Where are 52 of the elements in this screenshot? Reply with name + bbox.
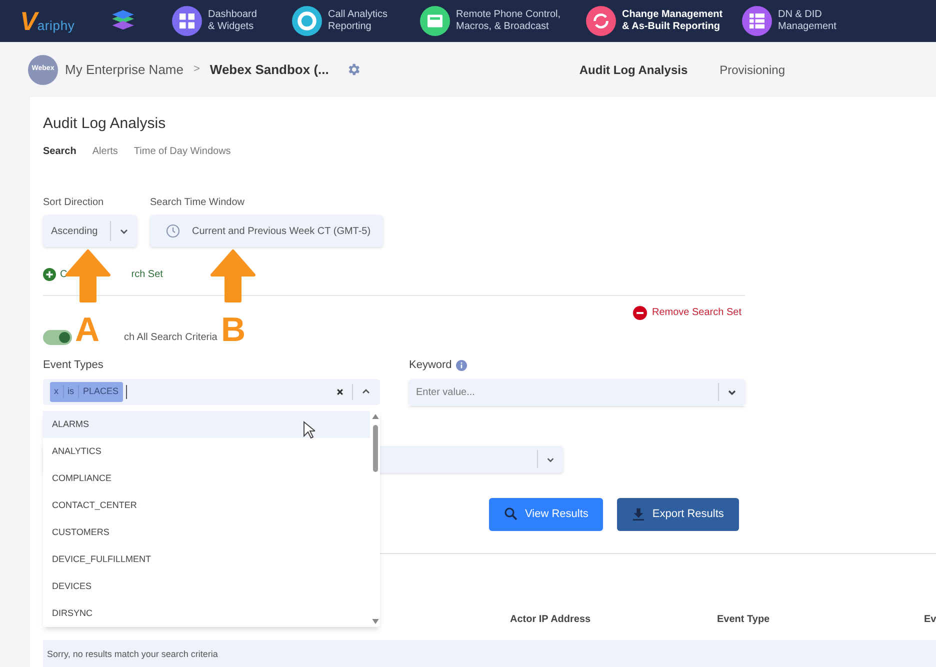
event-types-field[interactable]: x is PLACES	[43, 378, 380, 404]
breadcrumb-separator: >	[193, 62, 200, 78]
export-button[interactable]: Export Results	[617, 498, 739, 530]
time-window-field[interactable]: Current and Previous Week CT (GMT-5)	[150, 215, 383, 247]
clock-icon	[166, 224, 180, 238]
field-label: Keyword	[409, 358, 452, 373]
breadcrumb-link[interactable]: My Enterprise Name	[65, 60, 184, 80]
logo[interactable]: Variphy	[20, 8, 92, 34]
remove-search-set-link[interactable]: Remove Search Set	[633, 305, 936, 320]
field-label: Event Types	[43, 358, 104, 373]
clear-icon[interactable]	[336, 388, 344, 396]
field-label: Search Time Window	[150, 196, 246, 210]
toggle-switch[interactable]	[43, 330, 72, 345]
search-icon	[504, 507, 518, 521]
nav-item[interactable]: Dashboard & Widgets	[172, 6, 280, 36]
scroll-down-icon[interactable]	[372, 619, 378, 624]
nav-item[interactable]: Call Analytics Reporting	[292, 6, 408, 36]
nav-item[interactable]: Remote Phone Control, Macros, & Broadcast	[420, 6, 574, 36]
nav-tab[interactable]: Provisioning	[720, 60, 785, 78]
toggle-label: ch All Search Criteria	[124, 331, 218, 345]
keyword-field[interactable]: Enter value...	[409, 378, 718, 406]
column-header[interactable]: Actor IP Address	[510, 612, 591, 626]
column-header[interactable]: Ev	[924, 612, 936, 626]
nav-tab[interactable]: Audit Log Analysis	[579, 60, 688, 78]
remove-icon	[633, 306, 647, 320]
column-header[interactable]: Event Type	[717, 612, 770, 626]
filter-chip: x is PLACES	[50, 382, 123, 402]
breadcrumb-current[interactable]: Webex Sandbox (...	[210, 60, 329, 80]
arrow-icon	[65, 249, 111, 303]
nav-item[interactable]: DN & DID Management	[742, 6, 852, 36]
create-link-text[interactable]: rch Set	[131, 267, 163, 282]
nav-item[interactable]: Change Management & As-Built Reporting	[586, 6, 730, 36]
annotation-label: A	[75, 313, 100, 347]
tab[interactable]: Alerts	[92, 144, 118, 159]
sort-select[interactable]: Ascending	[43, 215, 137, 247]
download-icon	[632, 507, 646, 521]
info-icon	[456, 360, 467, 371]
dropdown-toggle[interactable]	[718, 378, 745, 406]
annotation-label: B	[221, 313, 246, 347]
page-title: Audit Log Analysis	[43, 114, 167, 134]
arrow-icon	[210, 249, 256, 303]
mouse-cursor-icon	[303, 421, 315, 439]
tab[interactable]: Search	[43, 144, 76, 159]
add-icon[interactable]	[43, 268, 56, 281]
field-label: Sort Direction	[43, 196, 105, 210]
view-results-button[interactable]: View Results	[489, 498, 604, 530]
dropdown-option[interactable]: DIRSYNC	[43, 600, 370, 627]
empty-message: Sorry, no results match your search criteria	[47, 648, 218, 661]
scroll-up-icon[interactable]	[372, 414, 378, 419]
create-link-text[interactable]: C	[60, 267, 68, 282]
dropdown-option[interactable]: ALARMS	[43, 411, 370, 438]
tab[interactable]: Time of Day Windows	[134, 144, 231, 159]
